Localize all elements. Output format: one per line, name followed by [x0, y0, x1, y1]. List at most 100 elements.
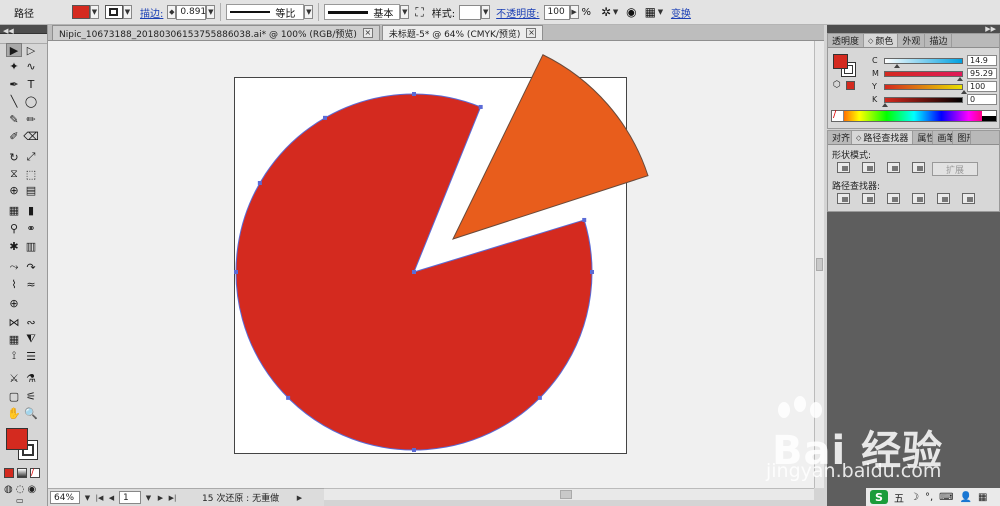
stroke-dropdown[interactable]: ▼ — [123, 5, 132, 19]
drawing-mode-buttons[interactable]: ◍ ◌ ◉ — [4, 484, 44, 496]
anchor-point[interactable] — [590, 270, 594, 274]
shear-icon[interactable]: ⧨ — [23, 332, 39, 346]
screen-mode-icon[interactable]: ▭ — [16, 496, 24, 505]
curvature-icon[interactable]: ↷ — [23, 260, 39, 274]
paintbrush-tool-icon[interactable]: ✎ — [6, 112, 22, 126]
punctuation-icon[interactable]: °, — [925, 492, 933, 503]
anchor-point[interactable] — [412, 270, 416, 274]
vertical-scrollbar[interactable] — [814, 41, 824, 488]
anchor-point[interactable] — [323, 115, 327, 120]
tab-attributes[interactable]: 属性 — [913, 131, 934, 144]
draw-inside-icon[interactable]: ◉ — [27, 484, 36, 496]
channel-value-input[interactable]: 95.29 — [967, 68, 997, 79]
scale-tool-icon[interactable]: ⤢ — [23, 150, 39, 164]
stroke-weight-input[interactable]: 0.891 — [176, 4, 207, 20]
none-mode-icon[interactable]: / — [30, 468, 40, 478]
profile-dropdown[interactable]: ▼ — [304, 5, 314, 19]
list-icon[interactable]: ☰ — [23, 349, 39, 363]
eyedropper-2-icon[interactable]: ⚗ — [23, 371, 39, 385]
style-dropdown[interactable]: ▼ — [481, 5, 491, 19]
hand-tool-icon[interactable]: ✋ — [6, 406, 22, 420]
channel-value-input[interactable]: 14.9 — [967, 55, 997, 66]
tab-transparency[interactable]: 透明度 — [828, 34, 865, 47]
transform-link[interactable]: 变换 — [671, 5, 691, 20]
anchor-point[interactable] — [478, 104, 483, 109]
slider-knob[interactable] — [893, 63, 900, 68]
anchor-add-icon[interactable]: ⤳ — [6, 260, 22, 274]
moon-icon[interactable]: ☽ — [910, 492, 919, 503]
keyboard-icon[interactable]: ⌨ — [939, 492, 953, 503]
slider-knob[interactable] — [957, 76, 964, 81]
lasso-tool-icon[interactable]: ∿ — [23, 59, 39, 73]
stroke-swatch[interactable] — [105, 5, 123, 19]
ime-mode[interactable]: 五 — [894, 490, 904, 505]
type-tool-icon[interactable]: T — [23, 77, 39, 91]
channel-slider[interactable] — [882, 96, 963, 107]
minus-front-icon[interactable] — [862, 162, 875, 173]
scissors-path-icon[interactable]: ⟟ — [6, 349, 22, 363]
canvas-area[interactable] — [48, 41, 814, 488]
zoom-dropdown[interactable]: ▼ — [83, 492, 92, 503]
tab-untitled-5[interactable]: 未标题-5* @ 64% (CMYK/预览) × — [381, 25, 544, 40]
convert-anchor-icon[interactable]: ⌇ — [6, 277, 22, 291]
anchor-point[interactable] — [412, 92, 416, 96]
opacity-input[interactable]: 100 — [543, 4, 570, 20]
tab-color[interactable]: ◇ 颜色 — [864, 34, 899, 47]
eraser-tool-icon[interactable]: ⌫ — [23, 129, 39, 143]
zoom-tool-icon[interactable]: 🔍 — [23, 406, 39, 420]
direct-selection-tool-icon[interactable]: ▷ — [23, 43, 39, 57]
crop-icon[interactable] — [912, 193, 925, 204]
tab-pathfinder[interactable]: ◇ 路径查找器 — [852, 131, 914, 144]
rotate-tool-icon[interactable]: ↻ — [6, 150, 22, 164]
panel-dock-header[interactable]: ▶▶ — [827, 25, 1000, 33]
artboard-tool-icon[interactable]: ▢ — [6, 389, 22, 403]
stroke-link[interactable]: 描边: — [140, 5, 163, 20]
tab-appearance[interactable]: 外观 — [898, 34, 926, 47]
vertical-scroll-thumb[interactable] — [816, 258, 823, 271]
align-dropdown[interactable]: ▼ — [656, 5, 665, 19]
unite-icon[interactable] — [837, 162, 850, 173]
gamut-swatch[interactable] — [846, 81, 855, 90]
first-artboard-button[interactable]: |◀ — [95, 492, 104, 503]
channel-slider[interactable] — [884, 57, 963, 68]
tab-stroke[interactable]: 描边 — [925, 34, 953, 47]
status-menu-arrow[interactable]: ▶ — [295, 492, 304, 503]
artboard-dropdown[interactable]: ▼ — [144, 492, 153, 503]
opacity-link[interactable]: 不透明度: — [496, 5, 539, 20]
brush-definition[interactable]: 基本 — [324, 4, 401, 20]
close-icon[interactable]: × — [362, 28, 373, 38]
grid-icon[interactable]: ⛶ — [415, 5, 423, 20]
intersect-icon[interactable] — [887, 162, 900, 173]
gradient-tool-icon[interactable]: ▮ — [23, 203, 39, 217]
fill-swatch[interactable] — [72, 5, 90, 19]
merge-icon[interactable] — [887, 193, 900, 204]
next-artboard-button[interactable]: ▶ — [156, 492, 165, 503]
tab-nipic-document[interactable]: Nipic_10673188_20180306153755886038.ai* … — [52, 25, 380, 40]
brush-dropdown[interactable]: ▼ — [400, 5, 410, 19]
blob-brush-icon[interactable]: ✐ — [6, 129, 22, 143]
mesh-tool-icon[interactable]: ▦ — [6, 203, 22, 217]
expand-button[interactable]: 扩展 — [932, 162, 978, 176]
draw-normal-icon[interactable]: ◍ — [4, 484, 13, 496]
pen-tool-icon[interactable]: ✒ — [6, 77, 22, 91]
slider-knob[interactable] — [882, 102, 888, 107]
line-tool-icon[interactable]: ╲ — [6, 94, 22, 108]
blend-tool-icon[interactable]: ⚭ — [23, 221, 39, 235]
column-graph-icon[interactable]: ▥ — [23, 239, 39, 253]
channel-slider[interactable] — [884, 70, 964, 81]
prev-artboard-button[interactable]: ◀ — [107, 492, 116, 503]
twirl-icon[interactable]: ∾ — [23, 315, 39, 329]
trim-icon[interactable] — [862, 193, 875, 204]
divide-icon[interactable] — [837, 193, 850, 204]
minus-back-icon[interactable] — [962, 193, 975, 204]
variable-width-profile[interactable]: 等比 — [226, 4, 305, 20]
slider-knob[interactable] — [961, 89, 967, 94]
last-artboard-button[interactable]: ▶| — [168, 492, 177, 503]
skin-icon[interactable]: ▦ — [978, 492, 987, 503]
isolate-icon[interactable]: ◉ — [626, 5, 636, 19]
channel-slider[interactable] — [884, 83, 967, 94]
artboard-number-field[interactable]: 1 — [119, 491, 141, 504]
selection-tool-icon[interactable]: ▶ — [6, 43, 22, 57]
pie-exploded-slice[interactable] — [452, 54, 649, 240]
fill-box[interactable] — [833, 54, 848, 69]
